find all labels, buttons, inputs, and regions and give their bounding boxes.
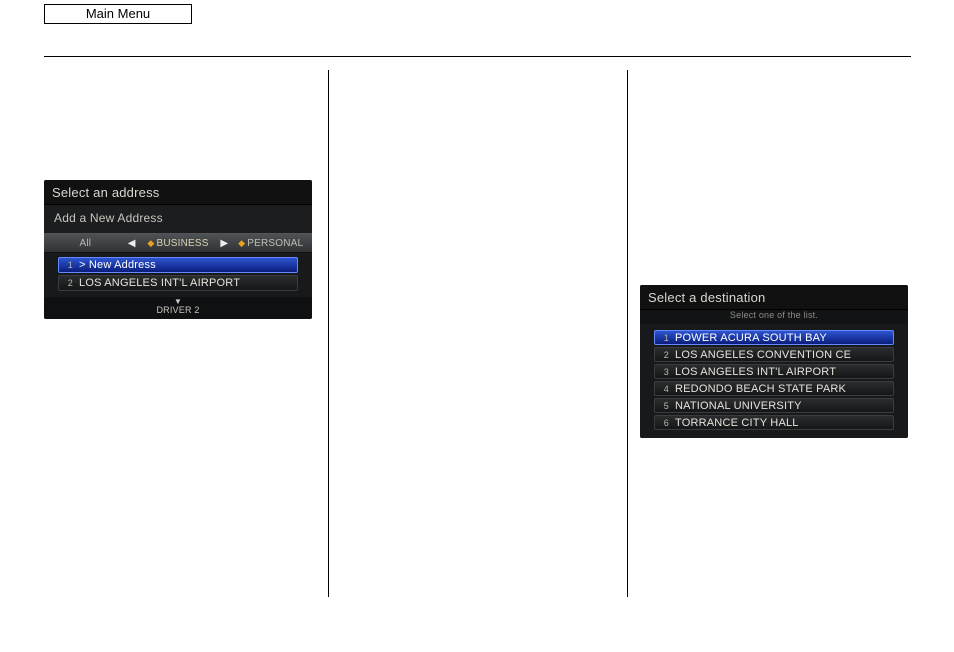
row-label: > New Address [79, 259, 156, 271]
address-list: 1 > New Address 2 LOS ANGELES INT'L AIRP… [44, 253, 312, 297]
column-2 [328, 70, 628, 597]
screen-select-destination: Select a destination Select one of the l… [640, 285, 908, 438]
list-item[interactable]: 3 LOS ANGELES INT'L AIRPORT [654, 364, 894, 379]
footer-label: DRIVER 2 [156, 305, 199, 315]
column-1: Select an address Add a New Address All … [44, 70, 328, 597]
category-tabs: All ◀ ◆BUSINESS ▶ ◆PERSONAL [44, 233, 312, 253]
pin-icon: ◆ [147, 238, 154, 248]
list-item[interactable]: 6 TORRANCE CITY HALL [654, 415, 894, 430]
row-number: 2 [63, 278, 73, 288]
row-number: 1 [659, 333, 669, 343]
screen-subtitle: Add a New Address [44, 205, 312, 233]
column-3: Select a destination Select one of the l… [628, 70, 911, 597]
screen-select-address: Select an address Add a New Address All … [44, 180, 312, 319]
row-label: POWER ACURA SOUTH BAY [675, 332, 827, 344]
list-item[interactable]: 2 LOS ANGELES INT'L AIRPORT [58, 275, 298, 291]
row-label: NATIONAL UNIVERSITY [675, 400, 802, 412]
row-number: 1 [63, 260, 73, 270]
list-item[interactable]: 4 REDONDO BEACH STATE PARK [654, 381, 894, 396]
columns: Select an address Add a New Address All … [44, 70, 911, 597]
tab-personal-label: PERSONAL [247, 238, 303, 249]
row-number: 6 [659, 418, 669, 428]
main-menu-button[interactable]: Main Menu [44, 4, 192, 24]
row-label: REDONDO BEACH STATE PARK [675, 383, 846, 395]
list-item[interactable]: 1 POWER ACURA SOUTH BAY [654, 330, 894, 345]
row-label: LOS ANGELES INT'L AIRPORT [675, 366, 836, 378]
tab-business[interactable]: ◆BUSINESS [137, 236, 220, 251]
row-number: 5 [659, 401, 669, 411]
arrow-left-icon: ◀ [127, 238, 137, 249]
row-number: 3 [659, 367, 669, 377]
screen-title: Select an address [44, 180, 312, 205]
list-item[interactable]: 2 LOS ANGELES CONVENTION CE [654, 347, 894, 362]
arrow-right-icon: ▶ [219, 238, 229, 249]
tab-personal[interactable]: ◆PERSONAL [229, 236, 312, 251]
screen-subtitle: Select one of the list. [640, 310, 908, 324]
tab-business-label: BUSINESS [156, 238, 208, 249]
list-item[interactable]: 1 > New Address [58, 257, 298, 273]
screen-title: Select a destination [640, 285, 908, 310]
screen-footer: ▼ DRIVER 2 [44, 297, 312, 319]
pin-icon: ◆ [238, 238, 245, 248]
row-label: LOS ANGELES CONVENTION CE [675, 349, 851, 361]
divider [44, 56, 911, 57]
tab-all[interactable]: All [44, 236, 127, 251]
row-number: 2 [659, 350, 669, 360]
destination-list: 1 POWER ACURA SOUTH BAY 2 LOS ANGELES CO… [640, 324, 908, 438]
list-item[interactable]: 5 NATIONAL UNIVERSITY [654, 398, 894, 413]
row-label: TORRANCE CITY HALL [675, 417, 799, 429]
row-number: 4 [659, 384, 669, 394]
row-label: LOS ANGELES INT'L AIRPORT [79, 277, 240, 289]
